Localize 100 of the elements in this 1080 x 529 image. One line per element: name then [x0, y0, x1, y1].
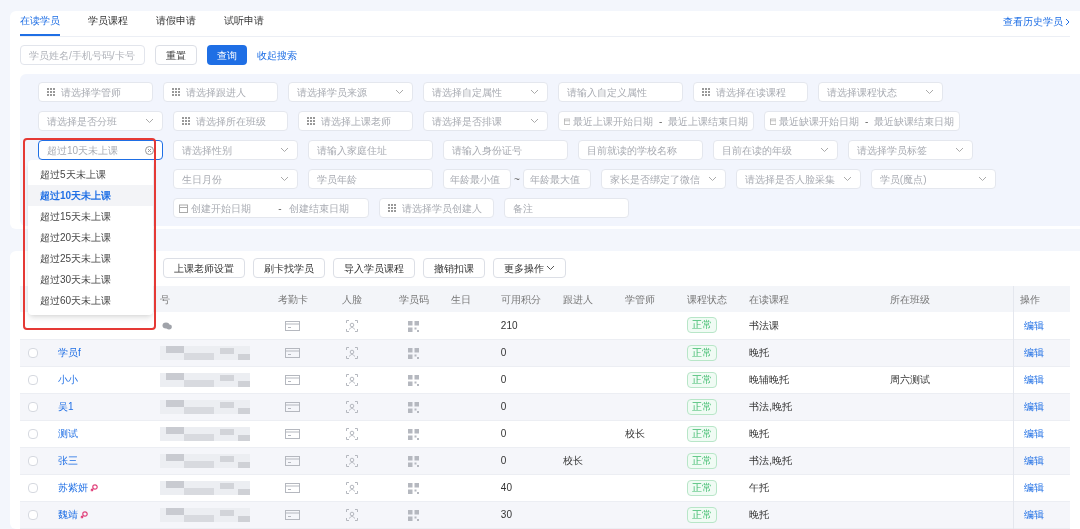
history-students-link[interactable]: 查看历史学员 — [1003, 14, 1070, 29]
input-field[interactable]: 学员年龄 — [308, 169, 433, 189]
dropdown-option[interactable]: 超过5天未上课 — [28, 164, 153, 185]
tab[interactable]: 请假申请 — [156, 13, 196, 36]
select-field[interactable]: 超过10天未上课 — [38, 140, 163, 160]
qr-code-icon — [408, 401, 420, 413]
student-name-link[interactable]: 测试 — [58, 428, 79, 439]
card-icon — [285, 321, 301, 332]
tab[interactable]: 在读学员 — [20, 13, 60, 36]
status-badge: 正常 — [687, 317, 718, 334]
student-name-link[interactable]: 吴1 — [58, 401, 74, 412]
select-field[interactable]: 请选择性别 — [173, 140, 298, 160]
edit-link[interactable]: 编辑 — [1024, 374, 1045, 385]
select-field[interactable]: 请选择是否人脸采集 — [735, 169, 861, 189]
card-icon — [285, 402, 301, 413]
input-field[interactable]: 年龄最小值 — [443, 169, 511, 189]
student-name-link[interactable]: 学员f — [58, 347, 81, 358]
tab[interactable]: 试听申请 — [224, 13, 264, 36]
chevron-down-icon — [842, 176, 852, 182]
input-field[interactable]: 年龄最大值 — [522, 169, 591, 189]
student-name-link[interactable]: 苏紫妍 — [58, 482, 89, 493]
edit-link[interactable]: 编辑 — [1024, 482, 1045, 493]
input-field[interactable]: 目前就读的学校名称 — [578, 140, 703, 160]
select-field[interactable]: 学员(魔点) — [870, 169, 996, 189]
select-field[interactable]: 目前在读的年级 — [713, 140, 838, 160]
input-field[interactable]: 请输入家庭住址 — [308, 140, 433, 160]
dropdown-option[interactable]: 超过60天未上课 — [28, 290, 153, 311]
toolbar-button[interactable]: 导入学员课程 — [333, 258, 415, 278]
toolbar-button[interactable]: 上课老师设置 — [163, 258, 245, 278]
picker-field[interactable]: 请选择所在班级 — [173, 111, 288, 131]
column-header: 所在班级 — [889, 293, 930, 305]
table-cell: 午托 — [749, 482, 770, 493]
calendar-icon — [179, 203, 188, 213]
date-range-field[interactable]: 创建开始日期 - 创建结束日期 — [173, 198, 369, 218]
dropdown-option[interactable]: 超过30天未上课 — [28, 269, 153, 290]
edit-link[interactable]: 编辑 — [1024, 455, 1045, 466]
face-scan-icon — [345, 509, 358, 522]
card-icon — [285, 429, 301, 440]
picker-field[interactable]: 请选择跟进人 — [163, 82, 278, 102]
student-name-link[interactable]: 小小 — [58, 374, 79, 385]
date-range-field[interactable]: 最近上课开始日期 - 最近上课结束日期 — [558, 111, 754, 131]
toolbar-button[interactable]: 撤销扣课 — [423, 258, 485, 278]
calendar-icon — [770, 116, 777, 126]
chevron-down-icon — [925, 89, 934, 95]
edit-link[interactable]: 编辑 — [1024, 401, 1045, 412]
edit-link[interactable]: 编辑 — [1024, 347, 1045, 358]
select-field[interactable]: 生日月份 — [173, 169, 298, 189]
checkbox[interactable] — [28, 483, 38, 494]
checkbox[interactable] — [28, 429, 38, 440]
query-button[interactable]: 查询 — [207, 45, 247, 65]
select-field[interactable]: 请选择课程状态 — [818, 82, 943, 102]
select-field[interactable]: 请选择是否排课 — [423, 111, 548, 131]
column-header: 学员码 — [398, 293, 429, 305]
dropdown-option[interactable]: 超过25天未上课 — [28, 248, 153, 269]
tab[interactable]: 学员课程 — [88, 13, 128, 36]
chevron-down-icon — [707, 176, 717, 182]
input-field[interactable]: 请输入身份证号 — [443, 140, 568, 160]
status-badge: 正常 — [687, 479, 718, 496]
dropdown-option[interactable]: 超过20天未上课 — [28, 227, 153, 248]
table-cell: 晚辅晚托 — [749, 374, 790, 385]
checkbox[interactable] — [28, 375, 38, 386]
input-field[interactable]: 备注 — [504, 198, 629, 218]
search-field[interactable]: 学员姓名/手机号码/卡号 — [20, 45, 145, 65]
column-header: 操作 — [1020, 293, 1041, 305]
checkbox[interactable] — [28, 402, 38, 413]
select-field[interactable]: 请选择学员来源 — [288, 82, 413, 102]
student-name-link[interactable]: 魏靖 — [58, 509, 79, 520]
picker-field[interactable]: 请选择上课老师 — [298, 111, 413, 131]
checkbox[interactable] — [28, 510, 38, 521]
chevron-down-icon — [820, 147, 829, 153]
edit-link[interactable]: 编辑 — [1024, 319, 1045, 331]
toolbar-button[interactable]: 更多操作 — [493, 258, 566, 278]
input-field[interactable]: 请输入自定义属性 — [558, 82, 683, 102]
table-cell: 校长 — [562, 455, 583, 466]
dropdown-option[interactable]: 超过10天未上课 — [28, 185, 153, 206]
student-name-link[interactable]: 张三 — [58, 455, 79, 466]
reset-button[interactable]: 重置 — [155, 45, 197, 65]
checkbox[interactable] — [28, 348, 38, 359]
qr-code-icon — [408, 509, 420, 521]
collapse-search-link[interactable]: 收起搜索 — [257, 47, 297, 63]
picker-field[interactable]: 请选择学员创建人 — [379, 198, 494, 218]
picker-field[interactable]: 请选择学管师 — [38, 82, 153, 102]
qr-code-icon — [408, 347, 420, 359]
card-icon — [285, 375, 301, 386]
chevron-down-icon — [977, 176, 987, 182]
range-separator: ~ — [514, 172, 520, 187]
picker-field[interactable]: 请选择在读课程 — [693, 82, 808, 102]
grid-icon — [182, 117, 190, 125]
edit-link[interactable]: 编辑 — [1024, 428, 1045, 439]
select-field[interactable]: 家长是否绑定了微信 — [600, 169, 726, 189]
select-field[interactable]: 请选择是否分班 — [38, 111, 163, 131]
toolbar-button[interactable]: 刷卡找学员 — [253, 258, 325, 278]
select-field[interactable]: 请选择自定属性 — [423, 82, 548, 102]
dropdown-option[interactable]: 超过15天未上课 — [28, 206, 153, 227]
edit-link[interactable]: 编辑 — [1024, 509, 1045, 520]
date-range-field[interactable]: 最近缺课开始日期 - 最近缺课结束日期 — [764, 111, 960, 131]
select-field[interactable]: 请选择学员标签 — [848, 140, 973, 160]
face-scan-icon — [345, 347, 358, 360]
checkbox[interactable] — [28, 456, 38, 467]
card-icon — [285, 348, 301, 359]
